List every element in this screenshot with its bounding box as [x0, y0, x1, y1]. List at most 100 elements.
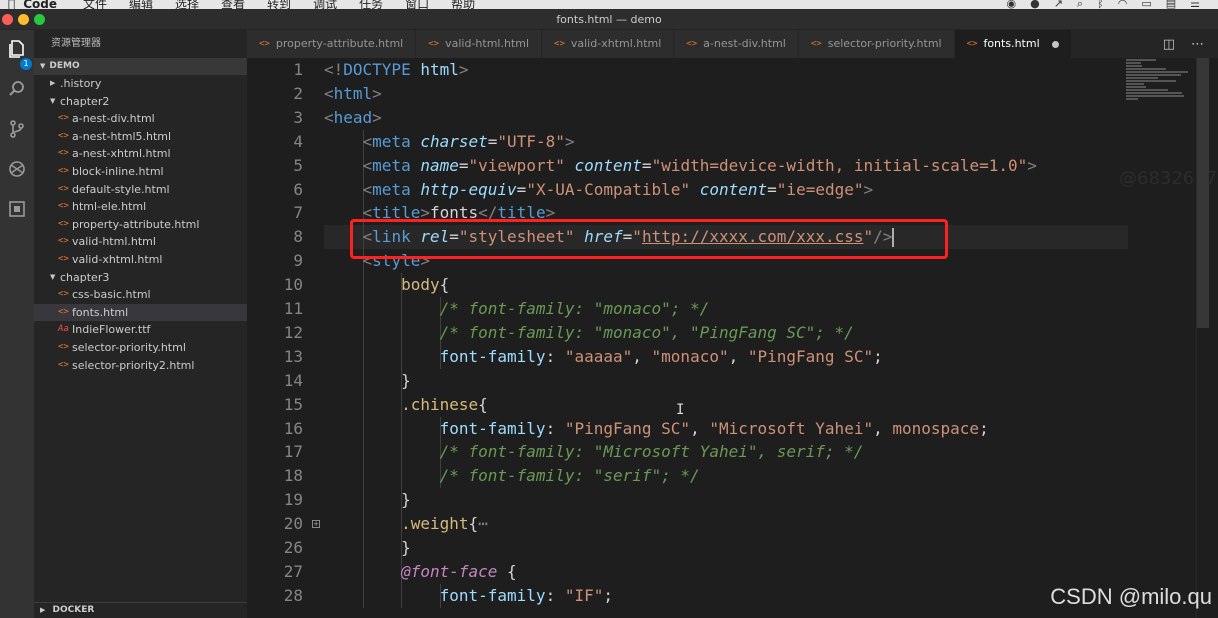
apple-menu-icon[interactable]: : [8, 0, 15, 9]
line-number-gutter: 1 2 3 4 5 6 7 8 9 10 11 12 13 14 15 16 17 18 19 20 26 27 28 +: [247, 58, 323, 618]
code-line[interactable]: font-family: "PingFang SC", "Microsoft Y…: [324, 417, 989, 441]
line-number: 4: [293, 131, 303, 151]
tree-folder-history[interactable]: ▶ .history: [34, 75, 247, 93]
wechat-icon[interactable]: ●: [1030, 0, 1040, 9]
tree-item-label: fonts.html: [72, 305, 129, 319]
bluetooth-icon[interactable]: ᛒ: [1097, 0, 1104, 9]
code-token: "Microsoft Yahei": [709, 418, 874, 438]
tab-selector-priority[interactable]: <> selector-priority.html: [798, 30, 955, 58]
minimap[interactable]: [1126, 58, 1196, 120]
tree-file-selector-priority[interactable]: <> selector-priority.html: [34, 339, 247, 357]
tree-file-a-nest-xhtml[interactable]: <> a-nest-xhtml.html: [34, 145, 247, 163]
search-icon[interactable]: [4, 76, 30, 102]
html-file-icon: <>: [58, 183, 69, 194]
menu-view[interactable]: 查看: [221, 0, 245, 9]
more-actions-icon[interactable]: ⋯: [1191, 37, 1204, 52]
menu-tasks[interactable]: 任务: [359, 0, 383, 9]
tree-folder-chapter2[interactable]: ▼ chapter2: [34, 93, 247, 111]
code-line[interactable]: <title>fonts</title>: [324, 201, 556, 225]
tree-file-css-basic[interactable]: <> css-basic.html: [34, 286, 247, 304]
tree-file-valid-html[interactable]: <> valid-html.html: [34, 233, 247, 251]
menu-window[interactable]: 窗口: [405, 0, 429, 9]
code-area[interactable]: <!DOCTYPE html> <html> <head> <meta charse…: [324, 58, 1218, 618]
code-line[interactable]: font-family: "aaaaa", "monaco", "PingFan…: [324, 345, 883, 369]
code-token: =: [767, 179, 777, 199]
code-token: /* font-family: "monaco", "PingFang SC";…: [439, 322, 854, 342]
fold-expand-icon[interactable]: +: [312, 520, 320, 529]
flag-icon[interactable]: ▤: [1166, 0, 1176, 9]
tab-valid-xhtml[interactable]: <> valid-xhtml.html: [542, 30, 675, 58]
code-token: {: [439, 275, 450, 295]
code-editor[interactable]: 1 2 3 4 5 6 7 8 9 10 11 12 13 14 15 16 17 18 19 20 26 27 28 + <…: [247, 58, 1218, 618]
wifi-icon[interactable]: ◠: [1118, 0, 1128, 9]
code-line[interactable]: <meta name="viewport" content="width=dev…: [324, 154, 1037, 178]
tree-file-a-nest-html5[interactable]: <> a-nest-html5.html: [34, 128, 247, 146]
tab-label: valid-xhtml.html: [570, 37, 662, 50]
menu-app-name[interactable]: Code: [23, 0, 57, 9]
code-line[interactable]: }: [324, 369, 411, 393]
tree-file-property-attribute[interactable]: <> property-attribute.html: [34, 216, 247, 234]
menu-selection[interactable]: 选择: [175, 0, 199, 9]
menu-help[interactable]: 帮助: [451, 0, 475, 9]
menu-go[interactable]: 转到: [267, 0, 291, 9]
code-line[interactable]: font-family: "IF";: [324, 584, 613, 608]
tree-file-a-nest-div[interactable]: <> a-nest-div.html: [34, 110, 247, 128]
code-line[interactable]: body{: [324, 273, 449, 297]
share-icon[interactable]: ↗: [1054, 0, 1063, 9]
menu-extras-icon[interactable]: ☰: [1190, 0, 1200, 9]
tab-fonts[interactable]: <> fonts.html: [954, 30, 1072, 58]
unsaved-dot-icon[interactable]: [1051, 40, 1059, 48]
code-token: http-equiv: [420, 179, 517, 199]
source-control-icon[interactable]: [4, 116, 30, 142]
html-file-icon: <>: [58, 218, 69, 229]
tab-property-attribute[interactable]: <> property-attribute.html: [247, 30, 417, 58]
code-line[interactable]: }: [324, 488, 411, 512]
debug-icon[interactable]: [4, 156, 30, 182]
tree-file-default-style[interactable]: <> default-style.html: [34, 181, 247, 199]
html-file-icon: <>: [58, 130, 69, 141]
tree-file-fonts[interactable]: <> fonts.html: [34, 303, 247, 322]
code-token: =: [641, 155, 652, 175]
scrollbar-thumb[interactable]: [1197, 58, 1209, 328]
code-line[interactable]: <html>: [324, 82, 382, 106]
vertical-scrollbar[interactable]: [1196, 58, 1209, 618]
tree-file-html-ele[interactable]: <> html-ele.html: [34, 198, 247, 216]
menu-edit[interactable]: 编辑: [129, 0, 153, 9]
explorer-sidebar: 资源管理器 ▼ DEMO ▶ .history ▼ chapter2 <> a-…: [34, 30, 247, 618]
battery-icon[interactable]: ▭: [1141, 0, 1151, 9]
split-editor-icon[interactable]: ◫: [1163, 37, 1175, 52]
line-number: 28: [283, 585, 303, 605]
tree-file-selector-priority2[interactable]: <> selector-priority2.html: [34, 357, 247, 375]
code-line[interactable]: @font-face {: [324, 560, 517, 584]
code-line[interactable]: <style>: [324, 249, 430, 273]
code-line[interactable]: /* font-family: "monaco", "PingFang SC";…: [324, 321, 854, 345]
code-line[interactable]: .weight{⋯: [324, 512, 488, 536]
code-line[interactable]: .chinese{: [324, 393, 488, 417]
code-line[interactable]: <meta http-equiv="X-UA-Compatible" conte…: [324, 178, 874, 202]
tree-file-block-inline[interactable]: <> block-inline.html: [34, 163, 247, 181]
tree-file-indieflower[interactable]: Aa IndieFlower.ttf: [34, 321, 247, 339]
menu-debug[interactable]: 调试: [313, 0, 337, 9]
code-line[interactable]: /* font-family: "Microsoft Yahei", serif…: [324, 440, 864, 464]
tree-folder-chapter3[interactable]: ▼ chapter3: [34, 269, 247, 287]
tab-valid-html[interactable]: <> valid-html.html: [416, 30, 543, 58]
tree-file-valid-xhtml[interactable]: <> valid-xhtml.html: [34, 251, 247, 269]
tab-a-nest-div[interactable]: <> a-nest-div.html: [674, 30, 799, 58]
code-line[interactable]: <meta charset="UTF-8">: [324, 130, 575, 154]
explorer-icon[interactable]: 1: [4, 36, 32, 70]
code-line[interactable]: <head>: [324, 106, 382, 130]
code-token: <: [362, 179, 373, 199]
code-line[interactable]: }: [324, 536, 411, 560]
code-line[interactable]: /* font-family: "serif"; */: [324, 464, 700, 488]
code-line[interactable]: <!DOCTYPE html>: [324, 58, 469, 82]
code-line[interactable]: /* font-family: "monaco"; */: [324, 297, 710, 321]
docker-section-header[interactable]: ▶ DOCKER: [34, 602, 247, 618]
extensions-icon[interactable]: [4, 196, 30, 222]
code-line[interactable]: <link rel="stylesheet" href="http://xxxx…: [324, 225, 895, 249]
search-icon[interactable]: ⌕: [1077, 0, 1083, 9]
workspace-section-header[interactable]: ▼ DEMO: [34, 58, 247, 75]
menu-file[interactable]: 文件: [83, 0, 107, 9]
record-icon[interactable]: ◉: [1006, 0, 1016, 9]
